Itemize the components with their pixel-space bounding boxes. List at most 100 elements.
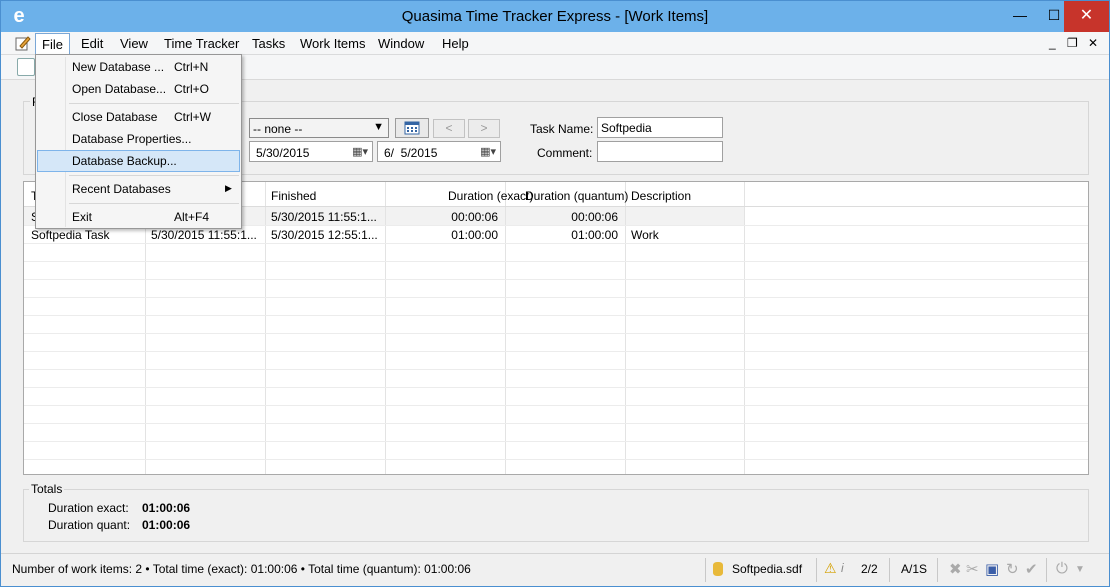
row-divider [24, 243, 1088, 244]
mdi-minimize-button[interactable]: _ [1049, 36, 1056, 50]
close-button[interactable]: ✕ [1064, 1, 1109, 32]
menu-item-shortcut: Ctrl+N [174, 60, 209, 74]
chevron-down-icon: ▼ [373, 121, 384, 133]
menu-separator [69, 203, 239, 204]
next-period-button[interactable]: > [468, 119, 500, 138]
column-header-duration-exact[interactable]: Duration (exact) [448, 189, 533, 203]
menu-item-shortcut: Alt+F4 [174, 210, 210, 224]
menu-help[interactable]: Help [442, 36, 469, 51]
menu-item-open-database[interactable]: Open Database... Ctrl+O [37, 78, 240, 100]
menu-item-shortcut: Ctrl+O [174, 82, 210, 96]
duration-exact-value: 01:00:06 [142, 501, 191, 515]
menu-item-label: Exit [72, 210, 93, 224]
info-icon[interactable]: i [841, 561, 844, 575]
cell-description[interactable]: Work [631, 228, 659, 242]
file-menu-dropdown: New Database ... Ctrl+N Open Database...… [35, 54, 242, 229]
stopwatch-icon[interactable] [17, 58, 35, 76]
totals-label: Totals [29, 482, 65, 496]
save-icon[interactable]: ▣ [985, 560, 999, 578]
date-from-value: 5/30/2015 [256, 146, 310, 160]
database-icon [713, 562, 723, 576]
menu-item-database-backup[interactable]: Database Backup... [37, 150, 240, 172]
title-bar: e Quasima Time Tracker Express - [Work I… [1, 1, 1109, 32]
row-divider [24, 261, 1088, 262]
row-divider [24, 423, 1088, 424]
date-to-picker[interactable]: 6/ 5/2015 ▦▾ [377, 141, 501, 162]
menu-tasks[interactable]: Tasks [252, 36, 285, 51]
mdi-close-button[interactable]: ✕ [1088, 36, 1098, 50]
minimize-button[interactable]: — [1003, 1, 1037, 32]
row-divider [24, 387, 1088, 388]
status-bar: Number of work items: 2 • Total time (ex… [1, 553, 1109, 586]
cell-duration-quantum[interactable]: 01:00:00 [506, 228, 618, 242]
cell-task[interactable]: Softpedia Task [31, 228, 110, 242]
unlink-icon[interactable]: ✂ [966, 560, 979, 578]
cell-duration-exact[interactable]: 01:00:00 [386, 228, 498, 242]
calendar-button[interactable] [395, 118, 429, 138]
menu-item-close-database[interactable]: Close Database Ctrl+W [37, 106, 240, 128]
calendar-dropdown-icon: ▦▾ [352, 146, 368, 158]
cell-finished[interactable]: 5/30/2015 11:55:1... [271, 210, 377, 224]
check-icon[interactable]: ✔ [1025, 560, 1038, 578]
totals-panel [23, 489, 1089, 542]
menu-bar: File Edit View Time Tracker Tasks Work I… [1, 32, 1109, 55]
app-window: e Quasima Time Tracker Express - [Work I… [0, 0, 1110, 587]
refresh-icon[interactable]: ↻ [1006, 560, 1019, 578]
menu-work-items[interactable]: Work Items [300, 36, 366, 51]
status-separator [889, 558, 890, 582]
menu-view[interactable]: View [120, 36, 148, 51]
column-header-finished[interactable]: Finished [271, 189, 316, 203]
menu-edit[interactable]: Edit [81, 36, 103, 51]
menu-item-label: New Database ... [72, 60, 165, 74]
calendar-icon [404, 121, 420, 135]
window-title: Quasima Time Tracker Express - [Work Ite… [401, 8, 709, 25]
row-divider [24, 459, 1088, 460]
menu-item-new-database[interactable]: New Database ... Ctrl+N [37, 56, 240, 78]
status-separator [1046, 558, 1047, 582]
menu-window[interactable]: Window [378, 36, 424, 51]
duration-exact-label: Duration exact: [48, 501, 129, 515]
column-header-duration-quantum[interactable]: Duration (quantum) [525, 189, 628, 203]
power-icon[interactable]: ⏻ [1056, 560, 1068, 577]
mode-indicator: A/1S [901, 562, 928, 576]
warning-icon[interactable]: ⚠ [824, 560, 837, 577]
menu-separator [69, 103, 239, 104]
delete-icon[interactable]: ✖ [949, 560, 962, 578]
row-divider [24, 351, 1088, 352]
database-file: Softpedia.sdf [732, 562, 803, 576]
cell-duration-exact[interactable]: 00:00:06 [386, 210, 498, 224]
status-separator [937, 558, 938, 582]
comment-label: Comment: [537, 146, 593, 160]
status-summary: Number of work items: 2 • Total time (ex… [12, 562, 471, 576]
previous-period-button[interactable]: < [433, 119, 465, 138]
status-separator [816, 558, 817, 582]
document-edit-icon[interactable] [15, 35, 31, 51]
comment-input[interactable] [597, 141, 723, 162]
status-separator [705, 558, 706, 582]
duration-quant-value: 01:00:06 [142, 518, 191, 532]
menu-item-label: Open Database... [72, 82, 167, 96]
duration-quant-label: Duration quant: [48, 518, 131, 532]
menu-item-exit[interactable]: Exit Alt+F4 [37, 206, 240, 228]
menu-time-tracker[interactable]: Time Tracker [164, 36, 239, 51]
chevron-down-icon[interactable]: ▼ [1075, 564, 1085, 575]
row-divider [24, 369, 1088, 370]
period-select[interactable]: -- none -- ▼ [249, 118, 389, 138]
cell-duration-quantum[interactable]: 00:00:06 [506, 210, 618, 224]
row-divider [24, 315, 1088, 316]
menu-file[interactable]: File [35, 33, 70, 55]
task-name-label: Task Name: [530, 122, 594, 136]
menu-item-shortcut: Ctrl+W [174, 110, 211, 124]
task-name-input[interactable]: Softpedia [597, 117, 723, 138]
menu-item-recent-databases[interactable]: Recent Databases ▶ [37, 178, 240, 200]
mdi-restore-button[interactable]: ❐ [1067, 36, 1078, 50]
cell-started[interactable]: 5/30/2015 11:55:1... [151, 228, 257, 242]
column-header-description[interactable]: Description [631, 189, 691, 203]
cell-finished[interactable]: 5/30/2015 12:55:1... [271, 228, 378, 242]
date-from-picker[interactable]: 5/30/2015 ▦▾ [249, 141, 373, 162]
date-to-value: 6/ 5/2015 [384, 146, 438, 160]
menu-item-database-properties[interactable]: Database Properties... [37, 128, 240, 150]
menu-separator [69, 175, 239, 176]
row-divider [24, 333, 1088, 334]
menu-item-label: Database Backup... [72, 154, 177, 168]
